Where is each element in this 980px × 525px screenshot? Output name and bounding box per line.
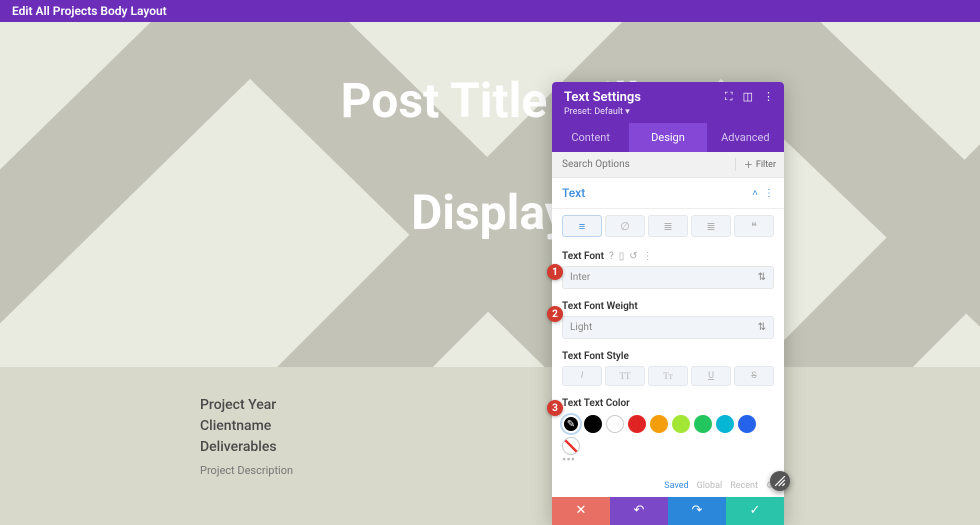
tab-advanced[interactable]: Advanced	[707, 123, 784, 152]
expand-icon[interactable]: ⛶	[725, 90, 733, 104]
font-label: Text Font	[562, 251, 604, 262]
columns-icon[interactable]: ◫	[743, 90, 753, 104]
collapse-icon[interactable]: ˄	[752, 188, 758, 199]
filter-button[interactable]: ＋Filter	[735, 158, 784, 171]
panel-tabs: Content Design Advanced	[552, 123, 784, 152]
swatch-white[interactable]	[606, 415, 624, 433]
swatch-red[interactable]	[628, 415, 646, 433]
project-client: Clientname	[200, 416, 293, 437]
undo-button[interactable]: ↶	[610, 497, 668, 525]
swatch-cyan[interactable]	[716, 415, 734, 433]
annotation-badge-3: 3	[547, 400, 563, 416]
search-bar: ＋Filter	[552, 152, 784, 178]
reset-icon[interactable]: ↺	[629, 251, 637, 262]
text-toolbar: ≡ ∅ ≣ ≣ ❝	[552, 209, 784, 247]
search-input[interactable]	[552, 152, 735, 177]
redo-button[interactable]: ↷	[668, 497, 726, 525]
cancel-button[interactable]: ✕	[552, 497, 610, 525]
underline-button[interactable]: U	[691, 366, 731, 386]
menu-icon[interactable]: ⋮	[763, 90, 774, 104]
panel-preset[interactable]: Preset: Default ▾	[564, 107, 772, 117]
saved-link[interactable]: Saved	[664, 481, 688, 491]
text-settings-panel: Text Settings Preset: Default ▾ ⛶ ◫ ⋮ Co…	[552, 82, 784, 525]
hero: Post Title Will Display	[0, 22, 980, 367]
chevron-down-icon: ⇅	[758, 272, 766, 283]
annotation-badge-2: 2	[547, 306, 563, 322]
color-label: Text Text Color	[562, 398, 630, 409]
panel-header[interactable]: Text Settings Preset: Default ▾ ⛶ ◫ ⋮	[552, 82, 784, 123]
eyedropper-button[interactable]: ✎	[562, 415, 580, 433]
list-ul-icon[interactable]: ≣	[648, 215, 688, 237]
quote-icon[interactable]: ❝	[734, 215, 774, 237]
panel-footer: ✕ ↶ ↷ ✓	[552, 497, 784, 525]
project-meta: Project Year Clientname Deliverables Pro…	[200, 395, 293, 477]
font-value: Inter	[570, 272, 590, 283]
more-swatches-icon[interactable]: •••	[562, 457, 774, 465]
font-field: Text Font ? ▯ ↺ ⋮ Inter ⇅	[552, 247, 784, 297]
top-bar-title: Edit All Projects Body Layout	[12, 4, 167, 18]
project-year: Project Year	[200, 395, 293, 416]
tab-content[interactable]: Content	[552, 123, 629, 152]
italic-button[interactable]: I	[562, 366, 602, 386]
swatch-green[interactable]	[694, 415, 712, 433]
style-label: Text Font Style	[562, 351, 629, 362]
weight-label: Text Font Weight	[562, 301, 638, 312]
color-field: Text Text Color ✎ •••	[552, 394, 784, 473]
align-left-icon[interactable]: ≡	[562, 215, 602, 237]
swatch-blue[interactable]	[738, 415, 756, 433]
top-bar: Edit All Projects Body Layout	[0, 0, 980, 22]
swatch-black[interactable]	[584, 415, 602, 433]
swatch-lime[interactable]	[672, 415, 690, 433]
tab-design[interactable]: Design	[629, 123, 706, 152]
recent-link[interactable]: Recent	[730, 481, 758, 491]
project-deliverables: Deliverables	[200, 437, 293, 458]
section-menu-icon[interactable]: ⋮	[764, 188, 774, 199]
section-title: Text	[562, 186, 585, 200]
style-field: Text Font Style I TT Tᴛ U S	[552, 347, 784, 394]
color-tabs: Saved Global Recent ⚙	[552, 473, 784, 497]
global-link[interactable]: Global	[697, 481, 723, 491]
field-menu-icon[interactable]: ⋮	[643, 251, 653, 262]
weight-field: Text Font Weight Light ⇅	[552, 297, 784, 347]
font-dropdown[interactable]: Inter ⇅	[562, 266, 774, 289]
responsive-icon[interactable]: ▯	[619, 251, 625, 262]
uppercase-button[interactable]: TT	[605, 366, 645, 386]
weight-dropdown[interactable]: Light ⇅	[562, 316, 774, 339]
chevron-down-icon: ⇅	[758, 322, 766, 333]
strikethrough-button[interactable]: S	[734, 366, 774, 386]
annotation-badge-1: 1	[547, 264, 563, 280]
confirm-button[interactable]: ✓	[726, 497, 784, 525]
help-icon[interactable]: ?	[609, 251, 614, 262]
weight-value: Light	[570, 322, 592, 333]
smallcaps-button[interactable]: Tᴛ	[648, 366, 688, 386]
swatch-orange[interactable]	[650, 415, 668, 433]
resize-handle[interactable]	[770, 471, 790, 491]
link-icon[interactable]: ∅	[605, 215, 645, 237]
section-header[interactable]: Text ˄ ⋮	[552, 178, 784, 209]
project-description: Project Description	[200, 464, 293, 477]
list-ol-icon[interactable]: ≣	[691, 215, 731, 237]
